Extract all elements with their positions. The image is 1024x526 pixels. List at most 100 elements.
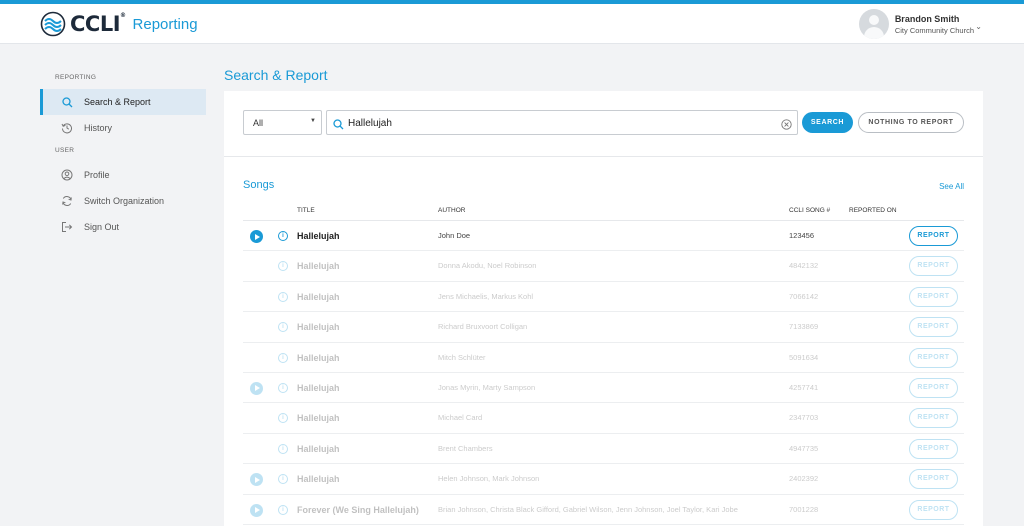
report-button[interactable]: REPORT <box>909 377 958 398</box>
table-row: i Hallelujah John Doe 123456 REPORT <box>243 221 964 252</box>
song-number: 7133869 <box>789 322 819 332</box>
page-title: Search & Report <box>224 67 328 83</box>
song-author: Michael Card <box>438 413 483 423</box>
info-icon[interactable]: i <box>278 322 288 333</box>
sidebar-item-label: Switch Organization <box>84 196 165 206</box>
play-icon[interactable] <box>250 230 263 243</box>
sidebar-item-label: History <box>84 123 113 133</box>
info-icon[interactable]: i <box>278 504 288 515</box>
column-header-author: AUTHOR <box>438 207 466 214</box>
info-icon[interactable]: i <box>278 261 288 272</box>
songs-table-body: i Hallelujah John Doe 123456 REPORT i Halleluj… <box>243 221 964 525</box>
song-number: 4842132 <box>789 261 819 271</box>
sidebar-item-sign-out[interactable]: Sign Out <box>40 214 206 240</box>
song-title[interactable]: Hallelujah <box>297 444 340 454</box>
table-row: i Hallelujah Brent Chambers 4947735 REPORT <box>243 434 964 465</box>
info-icon[interactable]: i <box>278 413 288 424</box>
table-row: i Hallelujah Jonas Myrin, Marty Sampson 425… <box>243 373 964 404</box>
table-row: i Hallelujah Jens Michaelis, Markus Kohl 70… <box>243 282 964 313</box>
song-author: Jens Michaelis, Markus Kohl <box>438 291 534 301</box>
user-menu[interactable]: Brandon Smith City Community Church ⌄ <box>858 9 982 39</box>
logo-text: CCLI® <box>70 12 126 36</box>
song-title[interactable]: Hallelujah <box>297 383 340 393</box>
search-icon <box>60 95 74 109</box>
sidebar-item-switch-organization[interactable]: Switch Organization <box>40 188 206 214</box>
avatar <box>858 9 889 39</box>
play-icon[interactable] <box>250 381 263 395</box>
song-title[interactable]: Hallelujah <box>297 474 340 484</box>
sidebar-item-label: Sign Out <box>84 222 120 232</box>
user-org: City Community Church <box>894 25 974 35</box>
song-author: Richard Bruxvoort Colligan <box>438 322 528 332</box>
report-button[interactable]: REPORT <box>909 347 958 368</box>
ccli-logo[interactable]: CCLI® Reporting <box>40 11 198 37</box>
ccli-logo-icon <box>40 11 66 37</box>
song-number: 123456 <box>789 231 815 240</box>
report-button[interactable]: REPORT <box>909 438 958 459</box>
nothing-to-report-button[interactable]: NOTHING TO REPORT <box>858 112 964 133</box>
column-header-reported-on: REPORTED ON <box>849 207 897 214</box>
songs-table-header: TITLE AUTHOR CCLI SONG # REPORTED ON <box>243 201 964 221</box>
table-row: i Hallelujah Richard Bruxvoort Colligan 713… <box>243 312 964 343</box>
song-number: 5091634 <box>789 352 819 362</box>
sidebar-item-history[interactable]: History <box>40 115 206 141</box>
song-number: 7066142 <box>789 291 819 301</box>
report-button[interactable]: REPORT <box>909 256 958 277</box>
song-author: Helen Johnson, Mark Johnson <box>438 474 540 484</box>
sidebar: REPORTING Search & Report History USER P… <box>40 60 206 240</box>
table-row: i Hallelujah Helen Johnson, Mark Johnson 24… <box>243 464 964 495</box>
song-title[interactable]: Hallelujah <box>297 231 340 241</box>
chevron-down-icon[interactable]: ⌄ <box>975 22 982 31</box>
song-author: Mitch Schlüter <box>438 352 486 362</box>
search-input[interactable]: Hallelujah <box>326 110 798 135</box>
sidebar-item-label: Search & Report <box>84 97 151 107</box>
search-input-value: Hallelujah <box>348 118 392 129</box>
info-icon[interactable]: i <box>278 474 288 485</box>
filter-select[interactable]: All ▼ <box>243 110 322 135</box>
info-icon[interactable]: i <box>278 231 288 241</box>
table-row: i Hallelujah Michael Card 2347703 REPORT <box>243 403 964 434</box>
search-icon <box>333 117 344 135</box>
header: CCLI® Reporting Brandon Smith City Commu… <box>0 4 1024 44</box>
sidebar-item-search-report[interactable]: Search & Report <box>40 89 206 115</box>
play-icon[interactable] <box>250 503 263 517</box>
song-author: Jonas Myrin, Marty Sampson <box>438 382 536 392</box>
app-name: Reporting <box>132 15 198 33</box>
song-title[interactable]: Hallelujah <box>297 353 340 363</box>
song-author: John Doe <box>438 231 471 240</box>
report-button[interactable]: REPORT <box>909 286 958 307</box>
info-icon[interactable]: i <box>278 382 288 393</box>
history-icon <box>60 121 74 135</box>
report-button[interactable]: REPORT <box>909 499 958 520</box>
report-button[interactable]: REPORT <box>909 226 958 246</box>
report-button[interactable]: REPORT <box>909 317 958 338</box>
sidebar-section-user: USER <box>55 147 75 154</box>
info-icon[interactable]: i <box>278 352 288 363</box>
table-row: i Hallelujah Donna Akodu, Noel Robinson 484… <box>243 251 964 282</box>
sidebar-section-reporting: REPORTING <box>55 74 97 81</box>
see-all-link[interactable]: See All <box>939 182 964 191</box>
info-icon[interactable]: i <box>278 291 288 302</box>
song-number: 2402392 <box>789 474 819 484</box>
divider <box>224 156 983 157</box>
song-title[interactable]: Hallelujah <box>297 292 340 302</box>
clear-icon[interactable] <box>781 117 792 135</box>
song-title[interactable]: Hallelujah <box>297 261 340 271</box>
info-icon[interactable]: i <box>278 443 288 454</box>
song-title[interactable]: Hallelujah <box>297 322 340 332</box>
search-bar: All ▼ Hallelujah SEARCH NOTHING TO REPOR… <box>243 110 964 135</box>
sidebar-item-profile[interactable]: Profile <box>40 162 206 188</box>
report-button[interactable]: REPORT <box>909 469 958 490</box>
play-icon[interactable] <box>250 473 263 487</box>
sign-out-icon <box>60 220 74 234</box>
table-row: i Forever (We Sing Hallelujah) Brian Johns… <box>243 495 964 525</box>
column-header-song-number: CCLI SONG # <box>789 207 831 214</box>
song-number: 4947735 <box>789 443 819 453</box>
search-button[interactable]: SEARCH <box>802 112 853 133</box>
table-row: i Hallelujah Mitch Schlüter 5091634 REPORT <box>243 343 964 373</box>
column-header-title: TITLE <box>297 207 315 214</box>
song-author: Brian Johnson, Christa Black Gifford, Ga… <box>438 504 738 514</box>
song-title[interactable]: Hallelujah <box>297 413 340 423</box>
report-button[interactable]: REPORT <box>909 408 958 429</box>
song-title[interactable]: Forever (We Sing Hallelujah) <box>297 505 419 515</box>
